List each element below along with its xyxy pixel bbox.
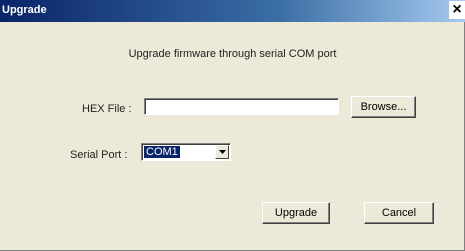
- serial-port-selected-value: COM1: [144, 146, 180, 158]
- dropdown-button[interactable]: [215, 145, 229, 159]
- chevron-down-icon: [219, 150, 226, 154]
- hex-file-label: HEX File :: [82, 103, 132, 115]
- serial-port-select[interactable]: COM1: [141, 143, 231, 161]
- title-bar[interactable]: Upgrade ×: [0, 0, 465, 22]
- window-title: Upgrade: [2, 4, 47, 16]
- browse-button[interactable]: Browse...: [351, 96, 416, 118]
- dialog-heading: Upgrade firmware through serial COM port: [128, 48, 337, 60]
- upgrade-dialog: Upgrade × Upgrade firmware through seria…: [0, 0, 465, 251]
- hex-file-input[interactable]: [144, 98, 339, 115]
- close-button[interactable]: ×: [449, 1, 465, 19]
- close-icon: ×: [452, 1, 462, 18]
- serial-port-label: Serial Port :: [70, 149, 128, 161]
- upgrade-button[interactable]: Upgrade: [262, 202, 330, 224]
- cancel-button[interactable]: Cancel: [364, 202, 434, 224]
